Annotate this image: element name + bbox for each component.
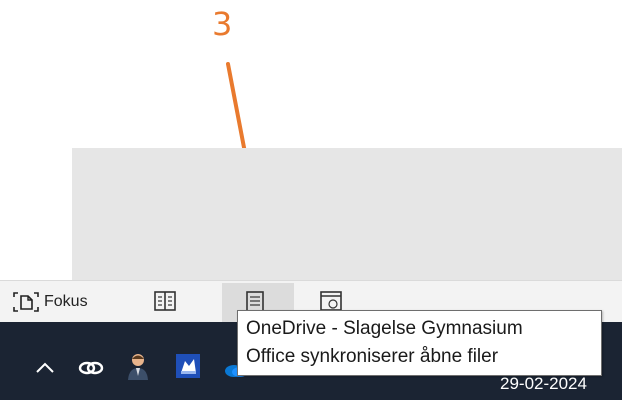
step-number: 3 xyxy=(212,5,233,43)
read-mode-icon[interactable] xyxy=(152,289,178,313)
focus-mode-button[interactable]: Fokus xyxy=(12,290,88,314)
focus-label: Fokus xyxy=(44,293,88,310)
chevron-up-icon[interactable] xyxy=(32,356,58,380)
taskbar-date[interactable]: 29-02-2024 xyxy=(500,374,587,394)
tooltip-line-2: Office synkroniserer åbne filer xyxy=(246,346,499,367)
onedrive-tooltip: OneDrive - Slagelse Gymnasium Office syn… xyxy=(237,310,602,376)
app-icon[interactable] xyxy=(174,352,202,380)
person-icon[interactable] xyxy=(126,352,150,382)
tooltip-line-1: OneDrive - Slagelse Gymnasium xyxy=(246,318,523,339)
document-canvas xyxy=(72,148,622,280)
focus-icon xyxy=(13,292,39,312)
link-icon[interactable] xyxy=(76,356,106,380)
